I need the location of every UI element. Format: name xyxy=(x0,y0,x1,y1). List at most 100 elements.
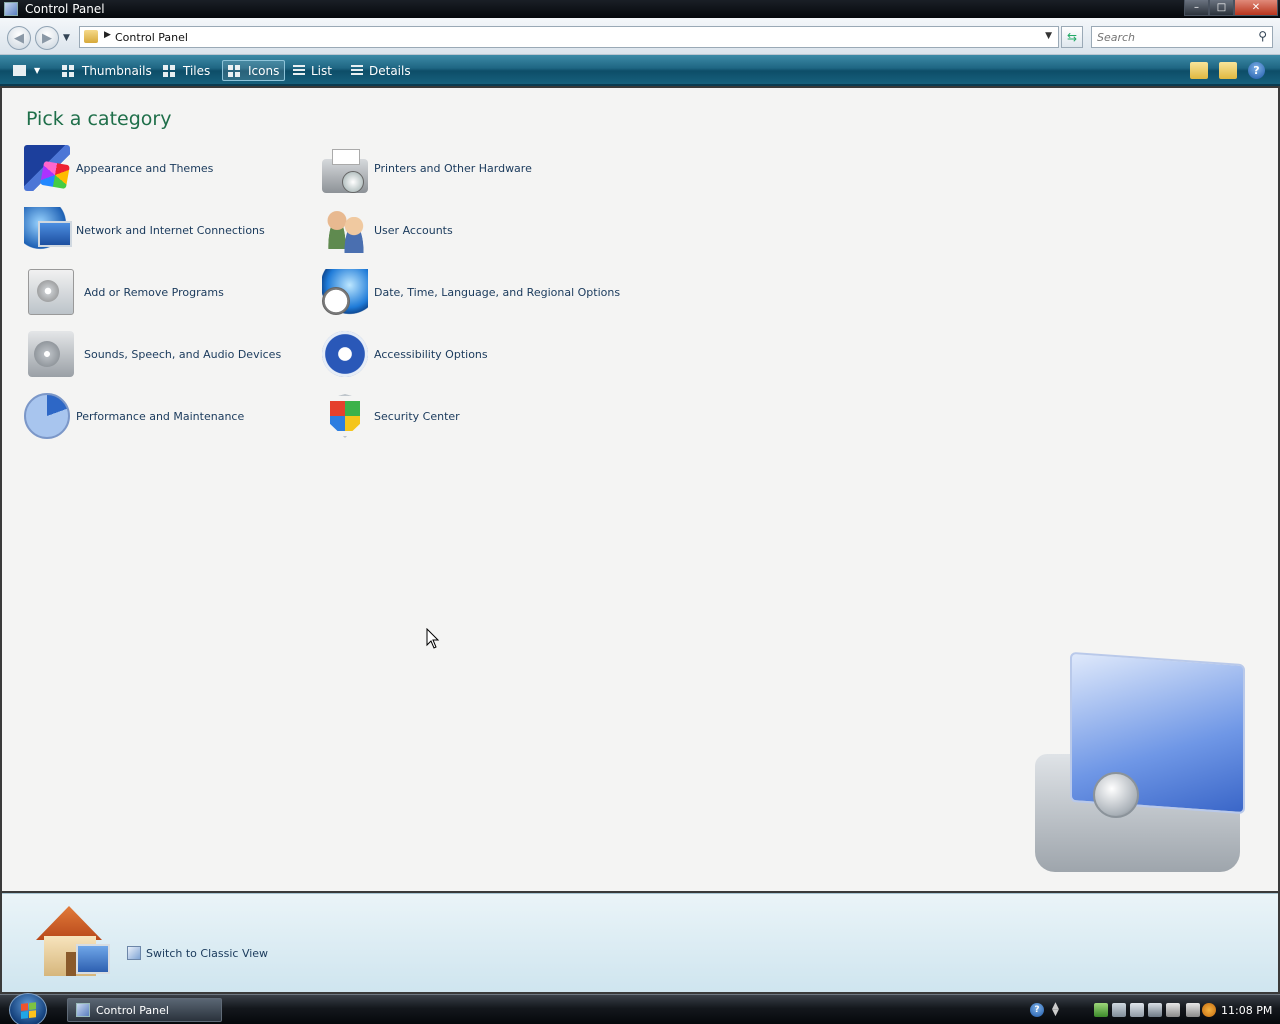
category-label: Network and Internet Connections xyxy=(76,223,265,237)
details-icon xyxy=(351,64,363,77)
breadcrumb-chevron-icon[interactable]: ▶ xyxy=(104,30,111,40)
view-icons-button[interactable]: Icons xyxy=(222,60,286,81)
network-icon xyxy=(24,207,72,253)
chevron-down-icon: ▼ xyxy=(63,33,70,43)
view-details-button[interactable]: Details xyxy=(346,60,416,81)
category-label: Security Center xyxy=(374,409,460,423)
help-icon[interactable]: ? xyxy=(1030,1003,1044,1017)
new-folder-icon[interactable] xyxy=(1190,62,1208,79)
control-panel-app-icon xyxy=(76,1003,90,1017)
category-security-center[interactable]: Security Center xyxy=(322,391,460,441)
back-arrow-icon: ◀ xyxy=(14,30,24,46)
category-label: Date, Time, Language, and Regional Optio… xyxy=(374,285,621,299)
switch-classic-view-label: Switch to Classic View xyxy=(146,946,269,960)
command-bar: ▼ Thumbnails Tiles Icons List Details ? xyxy=(0,55,1280,86)
address-dropdown-icon[interactable]: ▼ xyxy=(1045,31,1052,41)
home-computer-icon xyxy=(32,904,114,982)
content-area: Pick a category Appearance and Themes Ne… xyxy=(2,88,1278,891)
tiles-icon xyxy=(163,64,177,77)
category-date-time-regional[interactable]: Date, Time, Language, and Regional Optio… xyxy=(322,267,620,317)
search-box: ⚲ xyxy=(1091,26,1273,48)
category-user-accounts[interactable]: User Accounts xyxy=(322,205,453,255)
chevron-down-icon: ▼ xyxy=(34,66,41,75)
windows-logo-icon xyxy=(21,1002,37,1019)
taskbar-control-panel-button[interactable]: Control Panel xyxy=(67,998,222,1022)
category-label: Accessibility Options xyxy=(374,347,488,361)
category-label: Appearance and Themes xyxy=(76,161,214,175)
sounds-icon xyxy=(28,331,74,377)
tray-search-icon[interactable] xyxy=(1202,1003,1216,1017)
volume-icon[interactable] xyxy=(1148,1003,1162,1017)
window-title: Control Panel xyxy=(25,2,105,16)
add-remove-programs-icon xyxy=(28,269,74,315)
security-shield-icon xyxy=(325,393,365,439)
tray-app-icon[interactable] xyxy=(1094,1003,1108,1017)
start-button[interactable] xyxy=(9,993,47,1024)
search-input[interactable] xyxy=(1097,28,1247,46)
network-status-icon[interactable] xyxy=(1112,1003,1126,1017)
refresh-button[interactable]: ⇆ xyxy=(1061,26,1083,48)
minimize-button[interactable]: – xyxy=(1184,0,1209,16)
printer-icon xyxy=(322,149,368,193)
category-add-remove-programs[interactable]: Add or Remove Programs xyxy=(24,267,224,317)
forward-arrow-icon: ▶ xyxy=(42,30,52,46)
control-panel-app-icon xyxy=(4,2,18,16)
house-roof xyxy=(36,906,102,940)
folder-icon xyxy=(84,30,98,43)
clock[interactable]: 11:08 PM xyxy=(1221,1004,1272,1017)
system-tray: ? ▲ ▼ 11:08 PM xyxy=(1022,995,1280,1024)
artwork-knob xyxy=(1093,772,1139,818)
address-row: ◀ ▶ ▼ ▶ Control Panel ▼ ⇆ ⚲ xyxy=(0,18,1280,55)
house-door xyxy=(66,952,76,976)
view-thumbnails-button[interactable]: Thumbnails xyxy=(57,60,157,81)
page-title: Pick a category xyxy=(26,108,172,130)
organize-view-button[interactable]: ▼ xyxy=(8,60,45,81)
search-icon[interactable]: ⚲ xyxy=(1258,29,1267,43)
view-list-label: List xyxy=(311,63,332,78)
tray-text-icon[interactable] xyxy=(1186,1003,1200,1017)
taskbar-button-label: Control Panel xyxy=(96,1003,169,1017)
category-accessibility[interactable]: Accessibility Options xyxy=(322,329,488,379)
thumbnails-icon xyxy=(62,64,76,77)
forward-button[interactable]: ▶ xyxy=(35,26,59,50)
tray-monitor-icon[interactable] xyxy=(1130,1003,1144,1017)
view-icons-label: Icons xyxy=(248,63,280,78)
tray-device-icon[interactable] xyxy=(1166,1003,1180,1017)
maximize-button[interactable]: □ xyxy=(1209,0,1234,16)
performance-icon xyxy=(24,393,70,439)
view-tiles-label: Tiles xyxy=(183,63,211,78)
help-icon[interactable]: ? xyxy=(1248,62,1265,79)
breadcrumb-control-panel[interactable]: Control Panel xyxy=(115,31,188,44)
view-pane-icon xyxy=(13,65,26,76)
address-bar[interactable]: ▶ Control Panel ▼ xyxy=(79,26,1059,48)
back-button[interactable]: ◀ xyxy=(7,26,31,50)
icons-view-icon xyxy=(228,64,242,77)
view-thumbnails-label: Thumbnails xyxy=(82,63,152,78)
category-performance-maintenance[interactable]: Performance and Maintenance xyxy=(24,391,244,441)
house-monitor xyxy=(76,944,110,974)
date-time-globe-icon xyxy=(322,269,368,315)
category-printers-hardware[interactable]: Printers and Other Hardware xyxy=(322,143,532,193)
control-panel-artwork-icon xyxy=(1035,651,1265,884)
view-tiles-button[interactable]: Tiles xyxy=(158,60,215,81)
category-label: Sounds, Speech, and Audio Devices xyxy=(84,347,282,361)
list-icon xyxy=(293,64,305,77)
appearance-themes-icon xyxy=(24,145,70,191)
category-sounds-audio[interactable]: Sounds, Speech, and Audio Devices xyxy=(24,329,281,379)
close-button[interactable]: ✕ xyxy=(1234,0,1278,16)
category-appearance-themes[interactable]: Appearance and Themes xyxy=(24,143,213,193)
folder-properties-icon[interactable] xyxy=(1219,62,1237,79)
recent-pages-dropdown[interactable]: ▼ xyxy=(63,33,70,43)
classic-view-icon xyxy=(127,946,141,960)
window-controls: – □ ✕ xyxy=(1184,0,1278,16)
bottom-panel: Switch to Classic View xyxy=(2,893,1278,992)
category-network-internet[interactable]: Network and Internet Connections xyxy=(24,205,265,255)
category-label: Add or Remove Programs xyxy=(84,285,224,299)
user-accounts-icon xyxy=(322,207,368,253)
category-label: Printers and Other Hardware xyxy=(374,161,532,175)
tray-arrows-icon[interactable]: ▲ ▼ xyxy=(1052,1002,1062,1018)
view-list-button[interactable]: List xyxy=(288,60,337,81)
category-label: User Accounts xyxy=(374,223,453,237)
view-details-label: Details xyxy=(369,63,411,78)
switch-classic-view-link[interactable]: Switch to Classic View xyxy=(127,946,268,960)
